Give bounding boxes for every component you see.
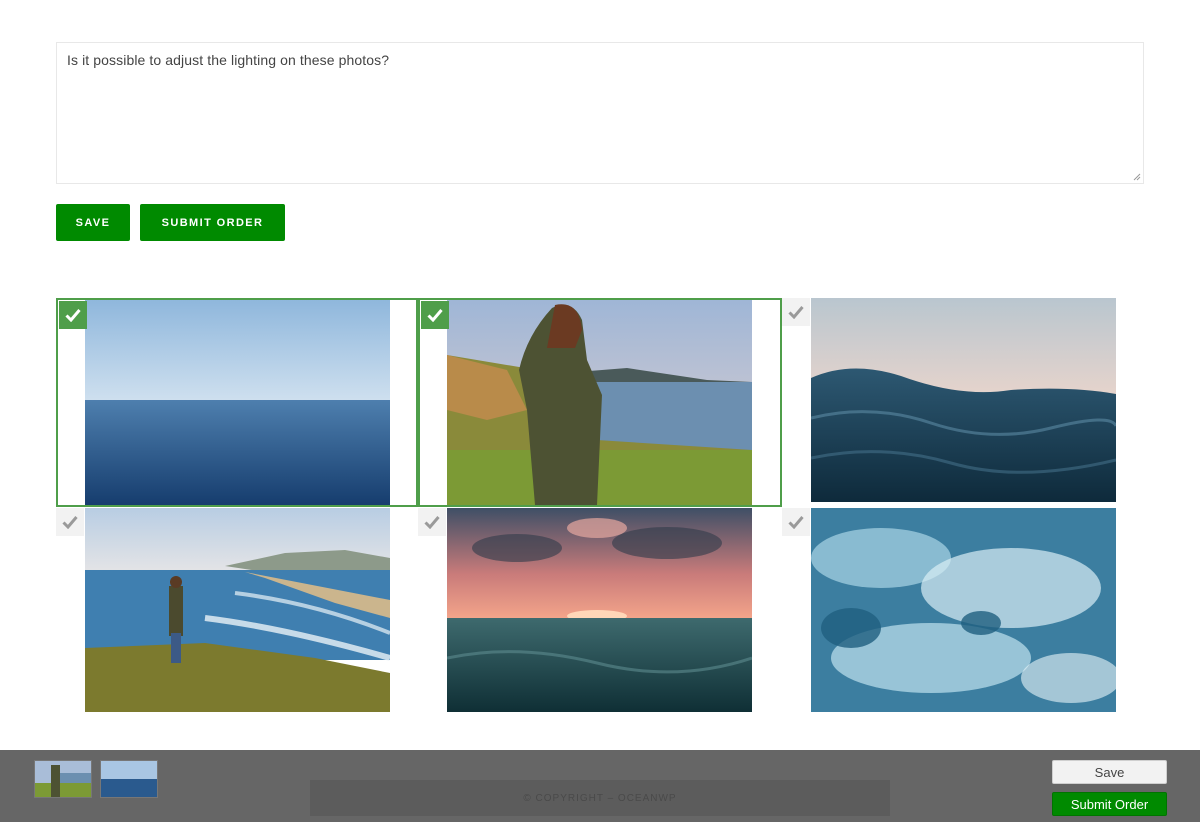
photo-tile[interactable] — [782, 508, 1116, 712]
photo-calm-sea — [85, 300, 390, 505]
checkmark-icon — [788, 306, 804, 319]
photo-tile[interactable] — [782, 298, 1116, 505]
checkmark-icon — [65, 309, 81, 322]
submit-order-button[interactable]: SUBMIT ORDER — [140, 204, 285, 241]
select-checkbox[interactable] — [782, 508, 810, 536]
photo-person-beach-cliff — [85, 508, 390, 712]
selected-thumbnail[interactable] — [34, 760, 92, 798]
comment-textarea[interactable]: Is it possible to adjust the lighting on… — [56, 42, 1144, 184]
select-checkbox[interactable] — [782, 298, 810, 326]
selected-thumbnail[interactable] — [100, 760, 158, 798]
photo-ocean-wave — [811, 298, 1116, 502]
photo-woman-cliff — [447, 300, 752, 505]
checkmark-icon — [427, 309, 443, 322]
thumbnail-woman-cliff — [35, 761, 91, 797]
photo-foaming-water — [811, 508, 1116, 712]
bar-save-button[interactable]: Save — [1052, 760, 1167, 784]
photo-tile[interactable] — [418, 298, 782, 507]
resize-grip-icon[interactable] — [1133, 173, 1141, 181]
comment-text: Is it possible to adjust the lighting on… — [67, 52, 390, 68]
select-checkbox[interactable] — [421, 301, 449, 329]
footer-copyright: © COPYRIGHT – OCEANWP — [310, 780, 890, 816]
bar-submit-order-button[interactable]: Submit Order — [1052, 792, 1167, 816]
select-checkbox[interactable] — [59, 301, 87, 329]
photo-tile[interactable] — [418, 508, 752, 712]
thumbnail-calm-sea — [101, 761, 157, 797]
select-checkbox[interactable] — [56, 508, 84, 536]
photo-tile[interactable] — [56, 508, 390, 712]
save-button[interactable]: SAVE — [56, 204, 130, 241]
checkmark-icon — [62, 516, 78, 529]
checkmark-icon — [788, 516, 804, 529]
checkmark-icon — [424, 516, 440, 529]
select-checkbox[interactable] — [418, 508, 446, 536]
photo-sunset-sea — [447, 508, 752, 712]
photo-tile[interactable] — [56, 298, 418, 507]
